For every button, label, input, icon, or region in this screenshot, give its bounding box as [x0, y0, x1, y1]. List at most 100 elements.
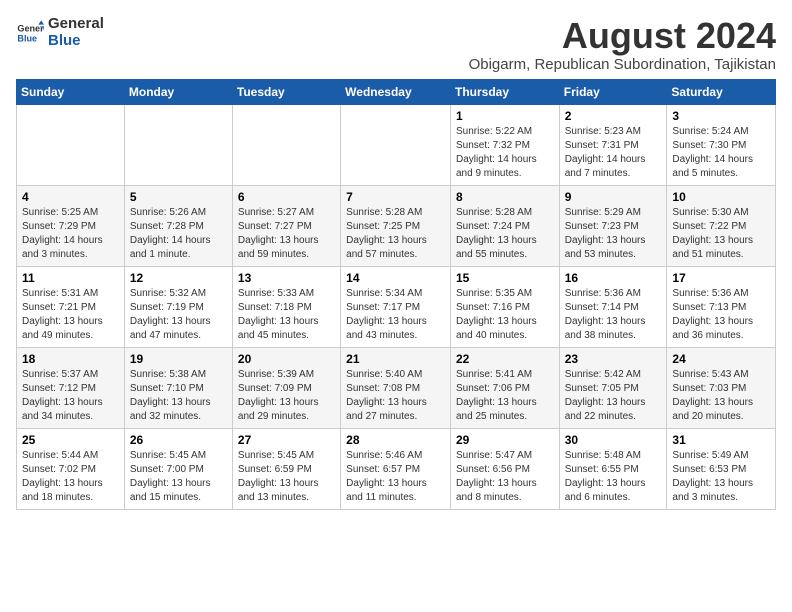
day-cell: 11Sunrise: 5:31 AM Sunset: 7:21 PM Dayli… — [17, 266, 125, 347]
day-cell: 5 Sunrise: 5:26 AM Sunset: 7:28 PM Daylig… — [124, 185, 232, 266]
day-cell: 1Sunrise: 5:22 AM Sunset: 7:32 PM Daylig… — [450, 104, 559, 185]
day-number: 19 — [130, 352, 227, 366]
day-cell: 10 Sunrise: 5:30 AM Sunset: 7:22 PM Dayli… — [667, 185, 776, 266]
col-header-friday: Friday — [559, 79, 667, 104]
day-number: 17 — [672, 271, 770, 285]
day-info: Sunrise: 5:49 AM Sunset: 6:53 PM Dayligh… — [672, 449, 770, 505]
week-row-3: 11Sunrise: 5:31 AM Sunset: 7:21 PM Dayli… — [17, 266, 776, 347]
day-number: 31 — [672, 433, 770, 447]
day-info: Sunrise: 5:34 AM Sunset: 7:17 PM Dayligh… — [346, 287, 445, 343]
col-header-thursday: Thursday — [450, 79, 559, 104]
day-info: Sunrise: 5:46 AM Sunset: 6:57 PM Dayligh… — [346, 449, 445, 505]
day-number: 1 — [456, 109, 554, 123]
day-info: Sunrise: 5:45 AM Sunset: 6:59 PM Dayligh… — [238, 449, 335, 505]
day-number: 9 — [565, 190, 662, 204]
day-cell: 31 Sunrise: 5:49 AM Sunset: 6:53 PM Dayli… — [667, 428, 776, 509]
day-number: 26 — [130, 433, 227, 447]
day-number: 10 — [672, 190, 770, 204]
day-info: Sunrise: 5:44 AM Sunset: 7:02 PM Dayligh… — [22, 449, 119, 505]
day-number: 24 — [672, 352, 770, 366]
day-number: 23 — [565, 352, 662, 366]
day-number: 16 — [565, 271, 662, 285]
day-number: 21 — [346, 352, 445, 366]
day-cell: 8 Sunrise: 5:28 AM Sunset: 7:24 PM Daylig… — [450, 185, 559, 266]
day-number: 18 — [22, 352, 119, 366]
day-cell: 7 Sunrise: 5:28 AM Sunset: 7:25 PM Daylig… — [341, 185, 451, 266]
svg-text:General: General — [17, 23, 44, 33]
day-number: 5 — [130, 190, 227, 204]
day-cell: 2 Sunrise: 5:23 AM Sunset: 7:31 PM Daylig… — [559, 104, 667, 185]
day-cell: 21 Sunrise: 5:40 AM Sunset: 7:08 PM Dayli… — [341, 347, 451, 428]
day-cell: 19 Sunrise: 5:38 AM Sunset: 7:10 PM Dayli… — [124, 347, 232, 428]
day-info: Sunrise: 5:48 AM Sunset: 6:55 PM Dayligh… — [565, 449, 662, 505]
day-info: Sunrise: 5:43 AM Sunset: 7:03 PM Dayligh… — [672, 368, 770, 424]
day-info: Sunrise: 5:32 AM Sunset: 7:19 PM Dayligh… — [130, 287, 227, 343]
day-cell — [124, 104, 232, 185]
day-cell: 18 Sunrise: 5:37 AM Sunset: 7:12 PM Dayli… — [17, 347, 125, 428]
day-info: Sunrise: 5:28 AM Sunset: 7:24 PM Dayligh… — [456, 206, 554, 262]
day-number: 11 — [22, 271, 119, 285]
day-cell: 15 Sunrise: 5:35 AM Sunset: 7:16 PM Dayli… — [450, 266, 559, 347]
day-cell — [232, 104, 340, 185]
day-info: Sunrise: 5:38 AM Sunset: 7:10 PM Dayligh… — [130, 368, 227, 424]
day-info: Sunrise: 5:28 AM Sunset: 7:25 PM Dayligh… — [346, 206, 445, 262]
week-row-4: 18 Sunrise: 5:37 AM Sunset: 7:12 PM Dayli… — [17, 347, 776, 428]
day-number: 28 — [346, 433, 445, 447]
day-info: Sunrise: 5:26 AM Sunset: 7:28 PM Dayligh… — [130, 206, 227, 262]
day-number: 27 — [238, 433, 335, 447]
day-info: Sunrise: 5:39 AM Sunset: 7:09 PM Dayligh… — [238, 368, 335, 424]
calendar-title: August 2024 — [469, 16, 776, 56]
day-cell: 4 Sunrise: 5:25 AM Sunset: 7:29 PM Daylig… — [17, 185, 125, 266]
day-cell: 16 Sunrise: 5:36 AM Sunset: 7:14 PM Dayli… — [559, 266, 667, 347]
day-cell: 3Sunrise: 5:24 AM Sunset: 7:30 PM Daylig… — [667, 104, 776, 185]
day-number: 2 — [565, 109, 662, 123]
day-cell: 9 Sunrise: 5:29 AM Sunset: 7:23 PM Daylig… — [559, 185, 667, 266]
day-number: 25 — [22, 433, 119, 447]
day-cell: 27 Sunrise: 5:45 AM Sunset: 6:59 PM Dayli… — [232, 428, 340, 509]
day-info: Sunrise: 5:37 AM Sunset: 7:12 PM Dayligh… — [22, 368, 119, 424]
day-number: 13 — [238, 271, 335, 285]
day-number: 15 — [456, 271, 554, 285]
calendar-subtitle: Obigarm, Republican Subordination, Tajik… — [469, 56, 776, 73]
day-info: Sunrise: 5:35 AM Sunset: 7:16 PM Dayligh… — [456, 287, 554, 343]
col-header-tuesday: Tuesday — [232, 79, 340, 104]
col-header-sunday: Sunday — [17, 79, 125, 104]
day-cell: 26Sunrise: 5:45 AM Sunset: 7:00 PM Dayli… — [124, 428, 232, 509]
day-cell: 22Sunrise: 5:41 AM Sunset: 7:06 PM Dayli… — [450, 347, 559, 428]
week-row-5: 25 Sunrise: 5:44 AM Sunset: 7:02 PM Dayli… — [17, 428, 776, 509]
day-number: 4 — [22, 190, 119, 204]
day-cell: 23Sunrise: 5:42 AM Sunset: 7:05 PM Dayli… — [559, 347, 667, 428]
day-number: 20 — [238, 352, 335, 366]
day-info: Sunrise: 5:33 AM Sunset: 7:18 PM Dayligh… — [238, 287, 335, 343]
week-row-1: 1Sunrise: 5:22 AM Sunset: 7:32 PM Daylig… — [17, 104, 776, 185]
day-info: Sunrise: 5:29 AM Sunset: 7:23 PM Dayligh… — [565, 206, 662, 262]
calendar-table: SundayMondayTuesdayWednesdayThursdayFrid… — [16, 79, 776, 510]
day-cell — [17, 104, 125, 185]
day-info: Sunrise: 5:47 AM Sunset: 6:56 PM Dayligh… — [456, 449, 554, 505]
col-header-saturday: Saturday — [667, 79, 776, 104]
day-number: 8 — [456, 190, 554, 204]
logo-line2: Blue — [48, 33, 104, 50]
day-cell: 14 Sunrise: 5:34 AM Sunset: 7:17 PM Dayli… — [341, 266, 451, 347]
day-cell — [341, 104, 451, 185]
day-number: 7 — [346, 190, 445, 204]
col-header-wednesday: Wednesday — [341, 79, 451, 104]
svg-text:Blue: Blue — [17, 33, 37, 43]
logo: General Blue General Blue — [16, 16, 104, 49]
day-number: 6 — [238, 190, 335, 204]
title-area: August 2024 Obigarm, Republican Subordin… — [469, 16, 776, 73]
day-info: Sunrise: 5:23 AM Sunset: 7:31 PM Dayligh… — [565, 125, 662, 181]
day-info: Sunrise: 5:40 AM Sunset: 7:08 PM Dayligh… — [346, 368, 445, 424]
header: General Blue General Blue August 2024 Ob… — [16, 16, 776, 73]
day-cell: 30 Sunrise: 5:48 AM Sunset: 6:55 PM Dayli… — [559, 428, 667, 509]
day-info: Sunrise: 5:36 AM Sunset: 7:14 PM Dayligh… — [565, 287, 662, 343]
day-number: 14 — [346, 271, 445, 285]
day-info: Sunrise: 5:30 AM Sunset: 7:22 PM Dayligh… — [672, 206, 770, 262]
day-info: Sunrise: 5:41 AM Sunset: 7:06 PM Dayligh… — [456, 368, 554, 424]
header-row: SundayMondayTuesdayWednesdayThursdayFrid… — [17, 79, 776, 104]
col-header-monday: Monday — [124, 79, 232, 104]
week-row-2: 4 Sunrise: 5:25 AM Sunset: 7:29 PM Daylig… — [17, 185, 776, 266]
day-number: 30 — [565, 433, 662, 447]
day-info: Sunrise: 5:25 AM Sunset: 7:29 PM Dayligh… — [22, 206, 119, 262]
day-cell: 29Sunrise: 5:47 AM Sunset: 6:56 PM Dayli… — [450, 428, 559, 509]
